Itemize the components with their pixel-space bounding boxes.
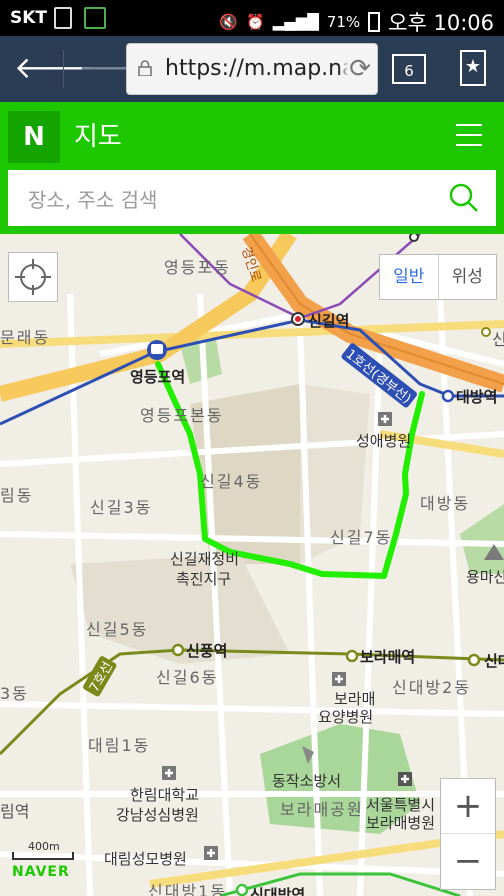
place-label[interactable]: 성애병원 bbox=[356, 430, 411, 451]
search-input[interactable]: 장소, 주소 검색 bbox=[8, 170, 496, 226]
station-marker bbox=[171, 643, 185, 657]
district-label: 신길7동 bbox=[330, 528, 393, 547]
map-canvas[interactable]: 영등포동 영등포본동 문래동 림동 신길3동 신길4동 신길7동 신길5동 신길… bbox=[0, 234, 504, 896]
status-bar: SKT 🔇 ⏰ ▂▄▆█ 71% 오후 10:06 bbox=[0, 0, 504, 36]
url-text: https://m.map.na bbox=[165, 56, 356, 81]
lock-icon bbox=[138, 60, 152, 76]
station-label[interactable]: 영등포역 bbox=[130, 366, 185, 387]
zoom-control: + − bbox=[440, 778, 496, 890]
district-label: 신길4동 bbox=[200, 472, 263, 491]
district-label: 문래동 bbox=[0, 328, 51, 347]
alarm-icon: ⏰ bbox=[245, 13, 265, 31]
hospital-icon bbox=[204, 846, 218, 860]
place-label[interactable]: 한림대학교 bbox=[130, 784, 199, 805]
place-label[interactable]: 강남성심병원 bbox=[116, 804, 199, 825]
station-marker bbox=[409, 234, 419, 242]
station-marker bbox=[345, 649, 359, 663]
district-label: 대림1동 bbox=[88, 736, 151, 755]
hospital-icon bbox=[378, 412, 392, 426]
map-type-satellite-button[interactable]: 위성 bbox=[439, 255, 497, 299]
station-label: 림역 bbox=[0, 802, 30, 821]
station-label: 신 bbox=[492, 330, 504, 349]
place-label[interactable]: 보라매병원 bbox=[366, 812, 435, 833]
place-label[interactable]: 대림성모병원 bbox=[104, 848, 187, 869]
battery-percent: 71% bbox=[326, 13, 361, 31]
place-label: 촉진지구 bbox=[176, 570, 232, 588]
district-label: 영등포본동 bbox=[140, 406, 224, 425]
locate-button[interactable] bbox=[8, 252, 58, 302]
map-type-normal-button[interactable]: 일반 bbox=[380, 255, 439, 299]
naver-brand: NAVER bbox=[12, 864, 70, 880]
district-label: 신길3동 bbox=[90, 498, 153, 517]
app-header: N 지도 장소, 주소 검색 bbox=[0, 102, 504, 234]
station-label[interactable]: 신길역 bbox=[308, 310, 349, 331]
district-label: 신대방2동 bbox=[392, 678, 472, 697]
crosshair-icon bbox=[15, 259, 51, 295]
map-type-toggle: 일반 위성 bbox=[379, 254, 497, 300]
naver-logo[interactable]: N bbox=[8, 111, 60, 163]
station-marker bbox=[235, 883, 249, 896]
battery-icon bbox=[368, 12, 381, 32]
station-marker bbox=[481, 327, 491, 337]
search-icon[interactable] bbox=[448, 182, 480, 214]
hospital-icon bbox=[162, 766, 176, 780]
mute-icon: 🔇 bbox=[219, 13, 238, 31]
page-title: 지도 bbox=[74, 122, 122, 152]
district-label: 신길5동 bbox=[86, 620, 149, 639]
district-label: 신길6동 bbox=[156, 668, 219, 687]
reload-icon[interactable]: ⟳ bbox=[339, 54, 371, 84]
district-label: 3동 bbox=[0, 684, 29, 703]
divider bbox=[63, 50, 64, 88]
place-label: 용마산 bbox=[466, 568, 504, 586]
place-label[interactable]: 요양병원 bbox=[318, 706, 373, 727]
station-label[interactable]: 신대방역 bbox=[250, 884, 305, 896]
station-label[interactable]: 보라매역 bbox=[360, 646, 415, 667]
district-label: 신대방1동 bbox=[148, 882, 228, 896]
station-label[interactable]: 신풍역 bbox=[186, 640, 227, 661]
station-label[interactable]: 신대 bbox=[484, 650, 504, 671]
hospital-icon bbox=[332, 672, 346, 686]
zoom-in-button[interactable]: + bbox=[441, 779, 495, 834]
station-label[interactable]: 대방역 bbox=[456, 386, 497, 407]
signal-icon: ▂▄▆█ bbox=[272, 13, 319, 31]
menu-icon[interactable] bbox=[456, 124, 482, 146]
hospital-icon bbox=[398, 772, 412, 786]
search-placeholder: 장소, 주소 검색 bbox=[28, 188, 158, 212]
carrier-label: SKT bbox=[10, 8, 48, 28]
zoom-out-button[interactable]: − bbox=[441, 834, 495, 889]
url-bar[interactable]: https://m.map.na ⟳ bbox=[126, 43, 378, 95]
district-label: 림동 bbox=[0, 486, 34, 505]
bookmark-icon[interactable]: ★ bbox=[460, 50, 486, 86]
place-label[interactable]: 보라매공원 bbox=[280, 796, 364, 820]
sim-icon bbox=[54, 7, 72, 29]
station-marker bbox=[467, 653, 481, 667]
app-notification-icon bbox=[84, 7, 106, 29]
station-marker bbox=[441, 389, 455, 403]
browser-toolbar: 🡐 🡒 https://m.map.na ⟳ 6 ★ bbox=[0, 36, 504, 102]
district-label: 영등포동 bbox=[164, 258, 231, 277]
district-label: 대방동 bbox=[420, 494, 471, 513]
tabs-button[interactable]: 6 bbox=[392, 54, 426, 84]
place-label[interactable]: 동작소방서 bbox=[272, 770, 341, 791]
clock: 오후 10:06 bbox=[388, 11, 494, 35]
place-label: 신길재정비 bbox=[170, 550, 240, 568]
